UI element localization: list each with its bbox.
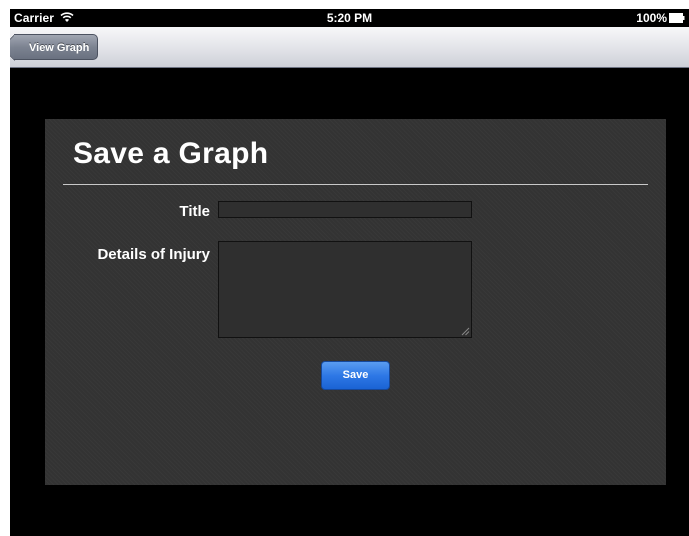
resize-grip-icon[interactable]	[461, 327, 470, 336]
title-divider	[63, 184, 648, 185]
navigation-bar: View Graph	[10, 27, 689, 68]
status-time: 5:20 PM	[326, 11, 373, 25]
view-graph-back-button[interactable]: View Graph	[14, 34, 99, 60]
status-bar: Carrier 5:20 PM 100%	[10, 9, 689, 27]
battery-percent: 100%	[636, 11, 667, 25]
save-button[interactable]: Save	[321, 361, 390, 390]
details-textarea[interactable]	[218, 241, 472, 338]
back-button-wrap: View Graph	[10, 27, 110, 67]
page-title: Save a Graph	[73, 137, 269, 170]
details-field-label: Details of Injury	[97, 246, 210, 263]
title-input[interactable]	[218, 201, 472, 218]
device-screen: Carrier 5:20 PM 100% View Graph Save a G…	[10, 9, 689, 536]
title-field-label: Title	[179, 203, 210, 220]
battery-icon	[669, 13, 685, 23]
save-graph-panel: Save a Graph Title Details of Injury Sav…	[45, 119, 666, 485]
